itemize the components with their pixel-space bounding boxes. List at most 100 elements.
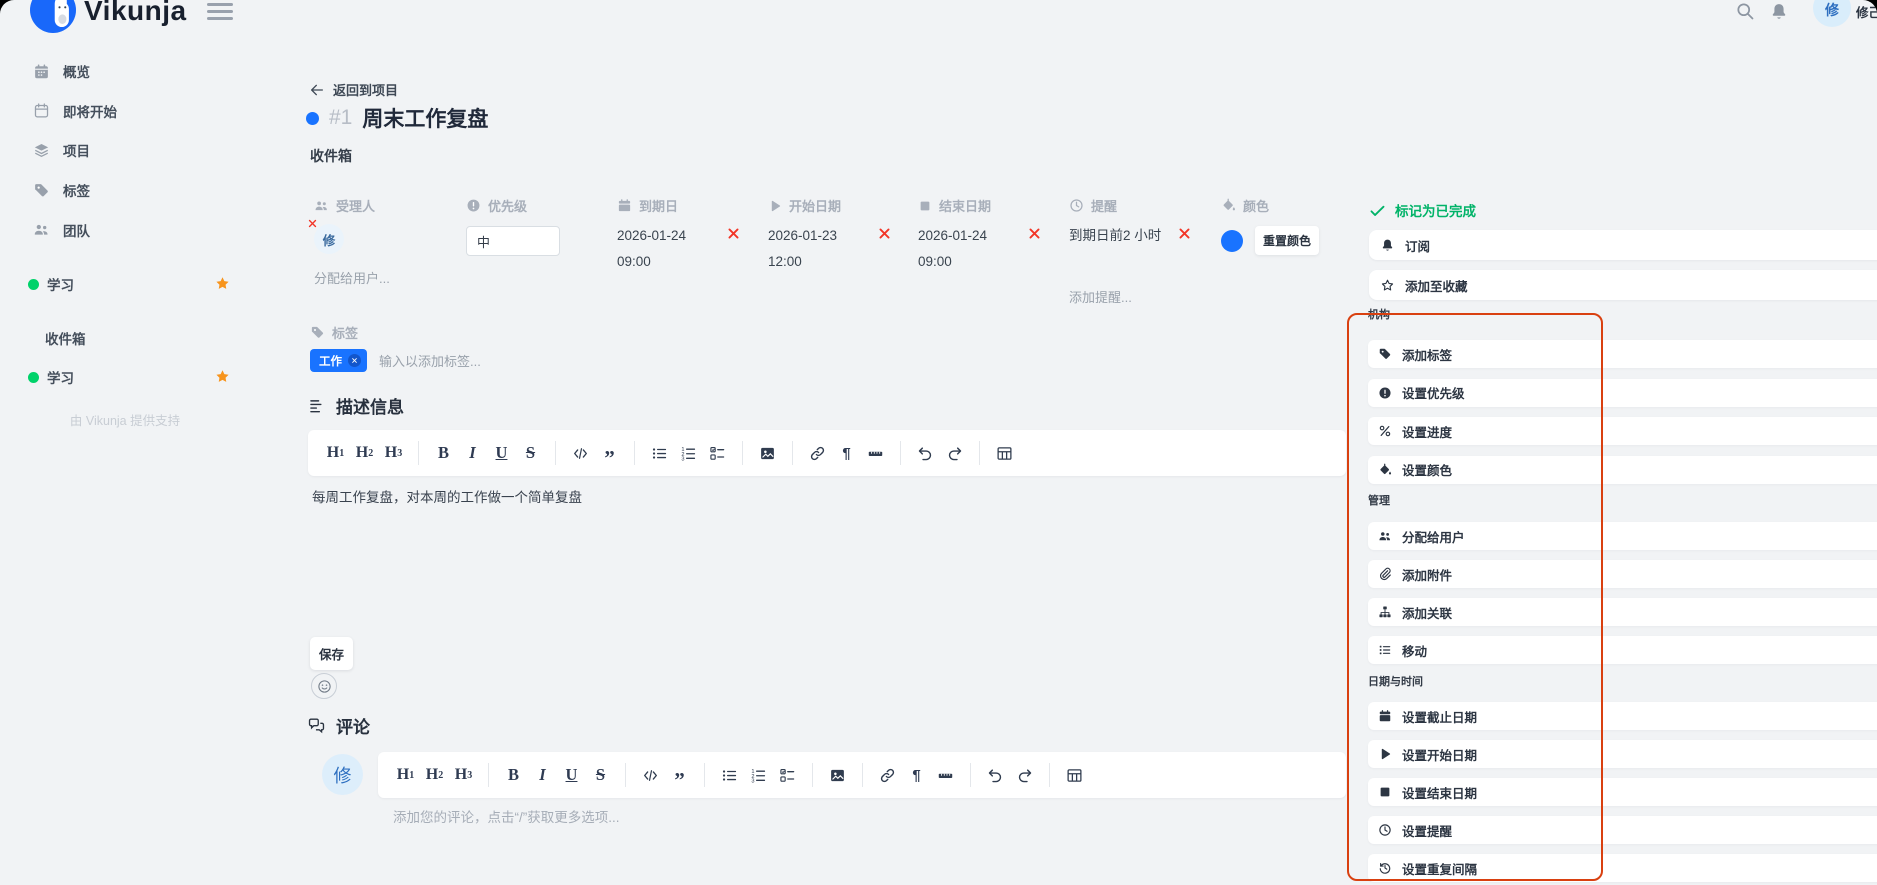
toolbar-italic-button[interactable]: I: [533, 763, 552, 787]
mark-done-button[interactable]: 标记为已完成: [1369, 200, 1476, 220]
toolbar-hr-button[interactable]: [866, 441, 885, 465]
tasks-icon: [779, 767, 796, 784]
menu-item-set-start-date[interactable]: 设置开始日期: [1368, 740, 1877, 768]
end-date-value[interactable]: 2026-01-2409:00: [918, 223, 991, 274]
menu-item-move[interactable]: 移动: [1368, 636, 1877, 664]
color-swatch[interactable]: [1221, 230, 1243, 252]
toolbar-strike-button[interactable]: S: [521, 441, 540, 465]
favorite-star-icon[interactable]: [214, 275, 231, 297]
toolbar-redo-button[interactable]: [1015, 763, 1034, 787]
toolbar-link-button[interactable]: [878, 763, 897, 787]
reset-color-button[interactable]: 重置颜色: [1255, 226, 1319, 255]
vikunja-logo-icon[interactable]: [30, 0, 76, 33]
menu-item-set-end-date[interactable]: 设置结束日期: [1368, 778, 1877, 806]
toolbar-quote-button[interactable]: ”: [600, 437, 619, 470]
favorite-button[interactable]: 添加至收藏: [1369, 270, 1877, 300]
sidebar-item-teams[interactable]: 团队: [0, 220, 250, 240]
toolbar-undo-button[interactable]: [986, 763, 1005, 787]
check-icon: [1369, 202, 1386, 219]
remove-end-date-icon[interactable]: [1027, 226, 1042, 241]
task-title[interactable]: 周末工作复盘: [362, 103, 488, 133]
add-reminder-placeholder[interactable]: 添加提醒...: [1069, 287, 1132, 306]
subscribe-button[interactable]: 订阅: [1369, 230, 1877, 260]
toolbar-bold-button[interactable]: B: [434, 441, 453, 465]
favorite-star-icon[interactable]: [214, 368, 231, 390]
project-link[interactable]: 收件箱: [310, 146, 352, 166]
toolbar-h3-button[interactable]: H3: [384, 441, 403, 465]
toolbar-bold-button[interactable]: B: [504, 763, 523, 787]
assignee-avatar[interactable]: 修: [314, 224, 344, 254]
label-chip[interactable]: 工作: [310, 349, 367, 372]
toolbar-h2-button[interactable]: H2: [355, 441, 374, 465]
sidebar-item-upcoming[interactable]: 即将开始: [0, 101, 250, 121]
toolbar-h1-button[interactable]: H1: [326, 441, 345, 465]
toolbar-h3-button[interactable]: H3: [454, 763, 473, 787]
task-id: #1: [329, 106, 352, 130]
menu-toggle-icon[interactable]: [207, 3, 233, 25]
sidebar-project-inbox[interactable]: 收件箱: [0, 328, 250, 348]
menu-item-add-label[interactable]: 添加标签: [1368, 340, 1877, 368]
sidebar-item-projects[interactable]: 项目: [0, 140, 250, 160]
sidebar-project-study-1[interactable]: 学习: [0, 274, 250, 294]
toolbar-link-button[interactable]: [808, 441, 827, 465]
toolbar-undo-button[interactable]: [916, 441, 935, 465]
notifications-icon[interactable]: [1769, 2, 1789, 22]
toolbar-ul-button[interactable]: [650, 441, 669, 465]
user-avatar[interactable]: 修: [1813, 0, 1851, 27]
toolbar-underline-button[interactable]: U: [492, 441, 511, 465]
sidebar-item-overview[interactable]: 概览: [0, 61, 250, 81]
save-button[interactable]: 保存: [310, 637, 353, 670]
start-date-value[interactable]: 2026-01-2312:00: [768, 223, 841, 274]
sidebar-project-study-2[interactable]: 学习: [0, 367, 250, 387]
description-text[interactable]: 每周工作复盘，对本周的工作做一个简单复盘: [312, 486, 582, 506]
toolbar-table-button[interactable]: [1065, 763, 1084, 787]
toolbar-quote-button[interactable]: ”: [670, 759, 689, 792]
due-date-value[interactable]: 2026-01-2409:00: [617, 223, 686, 274]
toolbar-underline-button[interactable]: U: [562, 763, 581, 787]
toolbar-ol-button[interactable]: 123: [679, 441, 698, 465]
menu-item-set-due-date[interactable]: 设置截止日期: [1368, 702, 1877, 730]
back-to-project-link[interactable]: 返回到项目: [309, 80, 398, 99]
toolbar-ol-button[interactable]: 123: [749, 763, 768, 787]
toolbar-tasks-button[interactable]: [708, 441, 727, 465]
menu-item-assign-users[interactable]: 分配给用户: [1368, 522, 1877, 550]
menu-item-set-reminder[interactable]: 设置提醒: [1368, 816, 1877, 844]
reminder-value[interactable]: 到期日前2 小时: [1069, 223, 1181, 249]
toolbar-italic-button[interactable]: I: [463, 441, 482, 465]
toolbar-image-button[interactable]: [828, 763, 847, 787]
remove-start-date-icon[interactable]: [877, 226, 892, 241]
toolbar-ul-button[interactable]: [720, 763, 739, 787]
remove-reminder-icon[interactable]: [1177, 226, 1192, 241]
toolbar-strike-button[interactable]: S: [591, 763, 610, 787]
add-label-placeholder[interactable]: 输入以添加标签...: [379, 351, 481, 370]
menu-item-set-progress[interactable]: 设置进度: [1368, 417, 1877, 445]
toolbar-redo-button[interactable]: [945, 441, 964, 465]
priority-select[interactable]: 中: [466, 226, 560, 256]
assign-user-placeholder[interactable]: 分配给用户...: [314, 268, 390, 287]
toolbar-h2-button[interactable]: H2: [425, 763, 444, 787]
toolbar-hr-button[interactable]: [936, 763, 955, 787]
toolbar-h1-button[interactable]: H1: [396, 763, 415, 787]
search-icon[interactable]: [1735, 1, 1756, 22]
menu-item-add-relation[interactable]: 添加关联: [1368, 598, 1877, 626]
clock-icon: [1069, 198, 1084, 213]
toolbar-paragraph-button[interactable]: ¶: [907, 763, 926, 787]
toolbar-image-button[interactable]: [758, 441, 777, 465]
toolbar-code-button[interactable]: [571, 441, 590, 465]
toolbar-code-button[interactable]: [641, 763, 660, 787]
remove-label-icon[interactable]: [348, 354, 361, 367]
toolbar-tasks-button[interactable]: [778, 763, 797, 787]
comment-input-placeholder[interactable]: 添加您的评论，点击“/”获取更多选项...: [393, 806, 620, 826]
sidebar-item-labels[interactable]: 标签: [0, 180, 250, 200]
menu-item-set-priority[interactable]: 设置优先级: [1368, 379, 1877, 407]
remove-assignee-icon[interactable]: [307, 218, 318, 229]
remove-due-date-icon[interactable]: [726, 226, 741, 241]
menu-section-manage: 管理: [1368, 492, 1390, 508]
menu-item-set-color[interactable]: 设置颜色: [1368, 456, 1877, 484]
emoji-button[interactable]: [311, 673, 337, 699]
toolbar-table-button[interactable]: [995, 441, 1014, 465]
menu-item-add-attachment[interactable]: 添加附件: [1368, 560, 1877, 588]
username-label: 修己: [1856, 2, 1877, 21]
menu-item-set-repeat[interactable]: 设置重复间隔: [1368, 854, 1877, 882]
toolbar-paragraph-button[interactable]: ¶: [837, 441, 856, 465]
